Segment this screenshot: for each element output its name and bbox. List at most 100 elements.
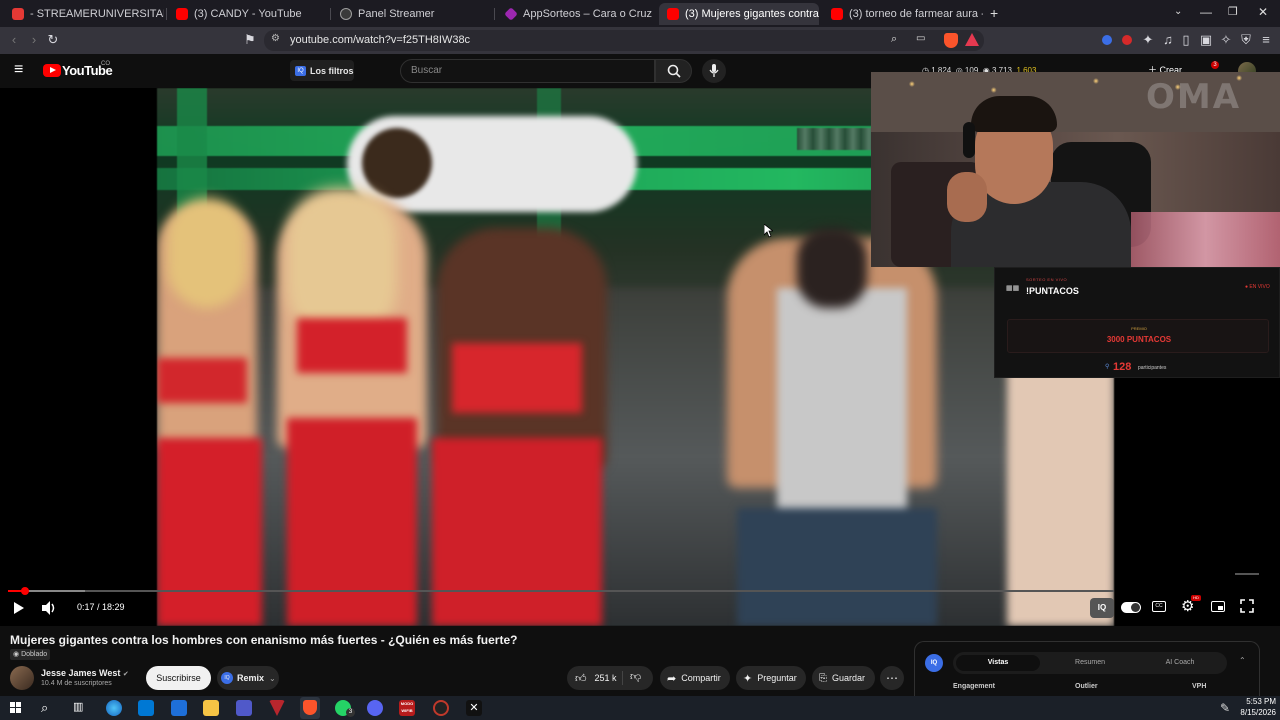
dislike-icon[interactable]: 👎︎ <box>630 670 641 683</box>
tab-panel-streamer[interactable]: Panel Streamer <box>332 3 492 25</box>
extension-red-icon[interactable] <box>1122 35 1132 45</box>
wallet-icon[interactable]: ▣ <box>1198 32 1214 48</box>
brave-taskbar-active[interactable] <box>300 697 320 719</box>
new-tab-button[interactable]: + <box>990 5 998 21</box>
participants-icon: ⚲ <box>1105 364 1110 370</box>
tab-ai-coach[interactable]: AI Coach <box>1138 655 1222 671</box>
tab-vistas[interactable]: Vistas <box>956 655 1040 671</box>
tab-appsorteos[interactable]: AppSorteos – Cara o Cruz - Tirar una <box>497 3 655 25</box>
restore-window-icon[interactable]: ❐ <box>1228 5 1238 18</box>
miniplayer-icon[interactable] <box>1211 601 1225 612</box>
pen-tray-icon[interactable]: ✎ <box>1220 701 1230 715</box>
extension-blue-icon[interactable] <box>1102 35 1112 45</box>
tab-streameruniversitario[interactable]: - STREAMERUNIVERSITARIO - CANJE <box>4 3 164 25</box>
close-window-icon[interactable]: ✕ <box>1258 5 1268 19</box>
address-bar[interactable]: ⚙ youtube.com/watch?v=f25TH8IW38c ⌕ ▭ <box>264 30 984 51</box>
ask-button[interactable]: ✦ Preguntar <box>736 666 806 690</box>
teams-icon[interactable] <box>236 700 252 716</box>
forward-icon[interactable]: › <box>26 32 42 48</box>
extensions-puzzle-icon[interactable]: ✦ <box>1140 32 1156 48</box>
edge-icon[interactable] <box>106 700 122 716</box>
task-view-icon[interactable]: ▥ <box>73 700 83 713</box>
store-icon[interactable] <box>138 700 154 716</box>
like-icon[interactable]: 👍︎ <box>575 672 587 685</box>
player-controls: 0:17 / 18:29 IQ CC ⚙ HD <box>0 586 1280 626</box>
raffle-widget: SORTEO EN VIVO ▦▦ !PUNTACOS ● EN VIVO PR… <box>994 267 1280 378</box>
tab-candy-youtube[interactable]: (3) CANDY - YouTube <box>168 3 328 25</box>
youtube-logo-icon[interactable] <box>43 64 61 77</box>
panel-tab-bar: Vistas Resumen AI Coach <box>953 652 1227 674</box>
file-explorer-icon[interactable] <box>203 700 219 716</box>
browser-toolbar: ‹ › ↻ ⚑ ⚙ youtube.com/watch?v=f25TH8IW38… <box>0 27 1280 54</box>
tab-mujeres-gigantes[interactable]: (3) Mujeres gigantes contra los h ✕ <box>659 3 819 25</box>
valorant-icon[interactable] <box>269 700 285 716</box>
captions-icon[interactable]: CC <box>1152 601 1166 612</box>
clock-time[interactable]: 5:53 PM <box>1238 697 1276 706</box>
tab-title: Panel Streamer <box>358 8 435 20</box>
progress-scrubber[interactable] <box>21 587 29 595</box>
iq-logo-icon: IQ <box>925 654 943 672</box>
webcam-overlay: OMA <box>871 72 1280 267</box>
voice-search-button[interactable] <box>702 59 726 83</box>
verified-check-icon: ✔ <box>122 671 129 678</box>
autoplay-toggle[interactable] <box>1121 602 1141 613</box>
obs-icon[interactable] <box>433 700 449 716</box>
collapse-chevron-icon[interactable]: ⌃ <box>1239 656 1246 665</box>
taskbar-search-icon[interactable]: ⌕ <box>41 700 48 716</box>
overlay-watermark-text: OMA <box>1146 77 1242 117</box>
dubbed-badge: ◉ Doblado <box>10 649 51 660</box>
brave-rewards-icon[interactable] <box>965 33 979 46</box>
media-music-icon[interactable]: ♫ <box>1160 32 1176 48</box>
tab-torneo-aura[interactable]: (3) torneo de farmear aura - YouTube <box>823 3 983 25</box>
windows-start-icon[interactable] <box>10 702 21 713</box>
tab-list-chevron-icon[interactable]: ⌄ <box>1174 6 1182 17</box>
remix-label: Remix <box>237 673 265 683</box>
bookmark-save-icon: ⎘ <box>819 672 827 684</box>
fullscreen-icon[interactable] <box>1240 599 1254 613</box>
sidebar-toggle-icon[interactable]: ▯ <box>1178 32 1194 48</box>
progress-bar[interactable] <box>8 590 1114 592</box>
site-info-icon[interactable]: ⚙ <box>271 33 280 44</box>
sparkle-icon: ✦ <box>743 672 753 685</box>
remix-button[interactable]: IQ Remix ⌄ <box>217 666 279 690</box>
youtube-favicon-icon <box>176 8 188 20</box>
bookmark-icon[interactable]: ⚑ <box>242 32 258 48</box>
mail-icon[interactable] <box>171 700 187 716</box>
mouse-cursor-icon <box>764 224 773 238</box>
subscribe-button[interactable]: Suscribirse <box>146 666 211 690</box>
browser-menu-icon[interactable]: ≡ <box>1258 32 1274 48</box>
hamburger-menu-icon[interactable]: ≡ <box>14 62 23 78</box>
play-icon[interactable] <box>13 602 25 614</box>
microphone-icon <box>709 64 719 77</box>
search-input[interactable]: Buscar <box>400 59 655 83</box>
bed-blanket <box>1131 212 1280 267</box>
raffle-live-badge: ● EN VIVO <box>1245 284 1270 290</box>
leo-ai-icon[interactable]: ✧ <box>1218 32 1234 48</box>
search-button[interactable] <box>655 59 692 83</box>
discord-icon[interactable] <box>367 700 383 716</box>
tab-resumen[interactable]: Resumen <box>1048 655 1132 671</box>
share-button[interactable]: ➦ Compartir <box>660 666 730 690</box>
streamer-hair <box>971 96 1057 132</box>
filters-label: Los filtros <box>310 65 354 76</box>
back-icon[interactable]: ‹ <box>6 32 22 48</box>
minimize-window-icon[interactable]: — <box>1200 5 1212 19</box>
iq-extension-button[interactable]: IQ <box>1090 598 1114 618</box>
wifi-mode-app-icon[interactable]: MODO WIFIB <box>399 700 415 716</box>
cast-icon[interactable]: ▭ <box>916 33 925 44</box>
channel-name[interactable]: Jesse James West ✔ <box>41 668 129 678</box>
save-button[interactable]: ⎘ Guardar <box>812 666 875 690</box>
appsorteos-favicon-icon <box>504 7 518 21</box>
zoom-search-icon[interactable]: ⌕ <box>891 33 897 46</box>
clock-date[interactable]: 8/15/2026 <box>1236 708 1276 717</box>
vpn-shield-icon[interactable]: ⛨ <box>1238 32 1254 48</box>
live-label: EN VIVO <box>1249 284 1270 290</box>
volume-icon[interactable] <box>42 601 58 615</box>
channel-avatar[interactable] <box>10 666 34 690</box>
more-actions-icon[interactable]: ⋯ <box>880 666 904 690</box>
filters-button[interactable]: IQ Los filtros <box>290 60 354 81</box>
reload-icon[interactable]: ↻ <box>45 32 61 48</box>
capcut-icon[interactable]: ✕ <box>466 700 482 716</box>
brave-shields-icon[interactable] <box>944 33 958 48</box>
whatsapp-badge: 3 <box>346 708 355 717</box>
